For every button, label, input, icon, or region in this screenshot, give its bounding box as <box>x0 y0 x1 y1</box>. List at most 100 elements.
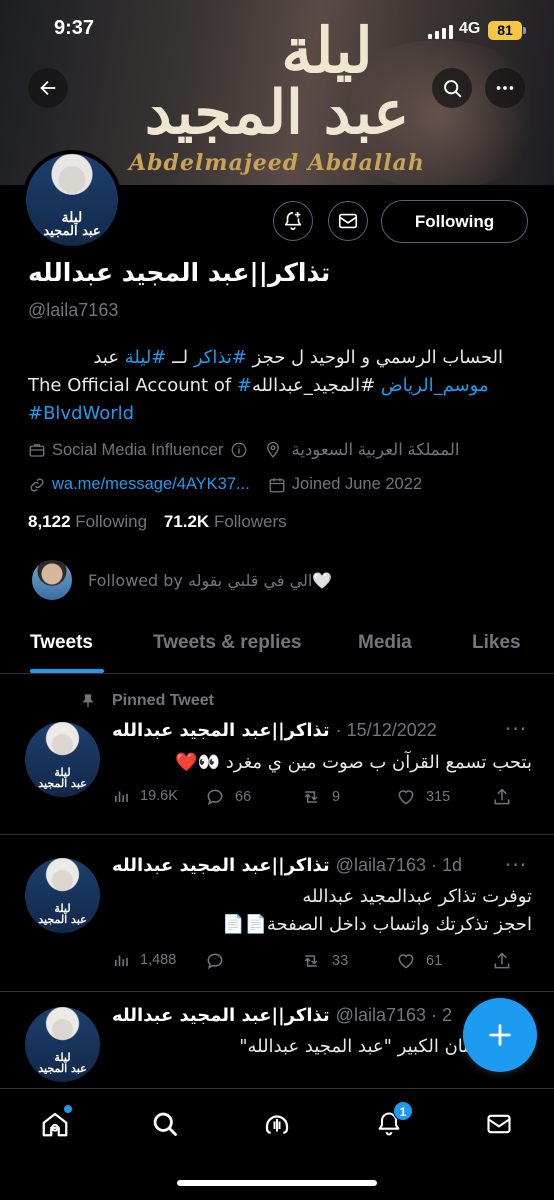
followed-by-text: Followed by الي في قلبي بقوله🤍 <box>88 570 333 590</box>
envelope-icon <box>487 1114 511 1134</box>
following-button[interactable]: Following <box>381 200 528 243</box>
profile-bio: الحساب الرسمي و الوحيد ل حجز #تذاكر لــ … <box>28 344 518 428</box>
following-count-link[interactable]: 8,122 Following <box>28 512 147 531</box>
home-icon <box>42 1112 68 1137</box>
notifications-subscribe-button[interactable] <box>273 201 313 241</box>
heart-icon <box>398 790 414 805</box>
views-count: 1,488 <box>140 952 177 968</box>
bell-plus-icon <box>284 211 302 231</box>
link-icon <box>28 476 46 494</box>
views-button[interactable]: 19.6K <box>112 787 178 805</box>
tweet-more-button[interactable]: ··· <box>505 853 527 877</box>
followers-count: 71.2K <box>163 512 210 531</box>
tweet-item[interactable]: ليلة عبد المجيد تذاكر||عبد المجيد عبدالل… <box>0 835 554 992</box>
following-count: 8,122 <box>28 512 71 531</box>
tweet-actions: 19.6K 66 9 315 <box>112 787 522 809</box>
notification-badge: 1 <box>393 1101 413 1121</box>
profile-name: تذاكر||عبد المجيد عبدالله <box>28 258 331 287</box>
tab-tweets[interactable]: Tweets <box>30 632 93 654</box>
compose-tweet-button[interactable] <box>463 998 537 1072</box>
followers-count-link[interactable]: 71.2K Followers <box>164 512 287 531</box>
profile-name-block: تذاكر||عبد المجيد عبدالله <box>28 258 330 287</box>
joined-text: Joined June 2022 <box>291 475 423 493</box>
signal-icon <box>428 25 454 39</box>
reply-icon <box>207 953 223 970</box>
nav-messages[interactable] <box>482 1107 516 1141</box>
tweet-avatar[interactable]: ليلة عبد المجيد <box>25 722 100 797</box>
back-button[interactable] <box>28 68 68 108</box>
spaces-icon <box>265 1115 289 1134</box>
tweet-handle-time: @laila7163 · 2 <box>335 1005 453 1025</box>
battery-icon: 81 <box>488 21 526 40</box>
nav-search[interactable] <box>148 1107 182 1141</box>
bio-line2: The Official Account of #موسم_الرياض #ال… <box>28 372 518 400</box>
tab-likes[interactable]: Likes <box>472 632 521 654</box>
active-tab-indicator <box>30 669 104 673</box>
avatar-text-line2: عبد المجيد <box>38 777 87 790</box>
bio-text: عبد <box>93 347 125 368</box>
tweet-author-name[interactable]: تذاكر||عبد المجيد عبدالله <box>112 855 330 876</box>
reply-button[interactable]: 66 <box>205 787 251 807</box>
tweet-author-name[interactable]: تذاكر||عبد المجيد عبدالله <box>112 1005 330 1026</box>
tweet-item[interactable]: Pinned Tweet ليلة عبد المجيد تذاكر||عبد … <box>0 675 554 835</box>
like-count: 61 <box>426 953 443 969</box>
tweet-avatar[interactable]: ليلة عبد المجيد <box>25 1007 100 1082</box>
like-button[interactable]: 315 <box>396 787 450 807</box>
plus-icon <box>489 1024 511 1046</box>
share-button[interactable] <box>492 951 512 971</box>
pinned-label: Pinned Tweet <box>80 692 214 710</box>
tweet-text: بتحب تسمع القرآن ب صوت مين ي مغرد 👀❤️ <box>175 752 532 773</box>
retweet-count: 9 <box>332 789 341 805</box>
bio-text: The Official Account of <box>28 375 237 396</box>
avatar-text-line2: عبد المجيد <box>38 913 87 926</box>
retweet-count: 33 <box>332 953 349 969</box>
website-link[interactable]: wa.me/message/4AYK37... <box>52 475 250 494</box>
views-icon <box>114 791 128 802</box>
followed-by-row[interactable]: Followed by الي في قلبي بقوله🤍 <box>30 558 332 602</box>
search-icon <box>153 1112 177 1136</box>
share-icon <box>494 952 510 969</box>
profile-handle: @laila7163 <box>28 300 119 320</box>
reply-icon <box>207 789 223 806</box>
hashtag-link[interactable]: #ليلة <box>125 347 167 368</box>
nav-spaces[interactable] <box>260 1107 294 1141</box>
bio-text: لــ <box>166 347 194 368</box>
message-button[interactable] <box>328 201 368 241</box>
tab-tweets-replies[interactable]: Tweets & replies <box>153 632 302 654</box>
profile-tabs: Tweets Tweets & replies Media Likes <box>0 614 554 674</box>
heart-icon <box>398 954 414 969</box>
envelope-icon <box>338 213 358 229</box>
tweet-author-name[interactable]: تذاكر||عبد المجيد عبدالله <box>112 720 330 741</box>
more-options-button[interactable] <box>485 68 525 108</box>
share-button[interactable] <box>492 787 512 807</box>
tweet-text-line2: احجز تذكرتك واتساب داخل الصفحة📄📄 <box>222 914 532 935</box>
followers-label: Followers <box>213 512 287 531</box>
tweet-header: تذاكر||عبد المجيد عبدالله · 15/12/2022 <box>112 720 437 741</box>
retweet-button[interactable]: 9 <box>300 787 340 807</box>
tab-media[interactable]: Media <box>358 632 412 654</box>
tweet-handle-time: @laila7163 · 1d <box>335 855 463 875</box>
search-button[interactable] <box>432 68 472 108</box>
tweet-header: تذاكر||عبد المجيد عبدالله @laila7163 · 2 <box>112 1005 452 1026</box>
reply-button[interactable] <box>205 951 225 971</box>
hashtag-link[interactable]: #تذاكر <box>194 347 247 368</box>
info-icon[interactable] <box>230 441 248 459</box>
retweet-icon <box>304 791 318 803</box>
network-label: 4G <box>459 20 481 37</box>
views-button[interactable]: 1,488 <box>112 951 176 969</box>
tweet-avatar[interactable]: ليلة عبد المجيد <box>25 858 100 933</box>
retweet-button[interactable]: 33 <box>300 951 348 971</box>
like-button[interactable]: 61 <box>396 951 442 971</box>
tweet-actions: 1,488 33 61 <box>112 951 522 973</box>
tweet-more-button[interactable]: ··· <box>505 717 527 741</box>
retweet-icon <box>304 955 318 967</box>
tweet-text-line1: توفرت تذاكر عبدالمجيد عبدالله <box>302 886 532 907</box>
calendar-icon <box>268 476 286 494</box>
hashtag-link[interactable]: #BlvdWorld <box>28 403 134 424</box>
pin-icon <box>82 694 94 707</box>
category-text: Social Media Influencer <box>52 440 224 459</box>
search-icon <box>443 79 461 97</box>
avatar-text-line2: عبد المجيد <box>38 1062 87 1075</box>
bio-text: #المجيد_عبدالله <box>251 375 381 396</box>
profile-avatar[interactable]: ليلة عبد المجيد <box>22 150 122 250</box>
